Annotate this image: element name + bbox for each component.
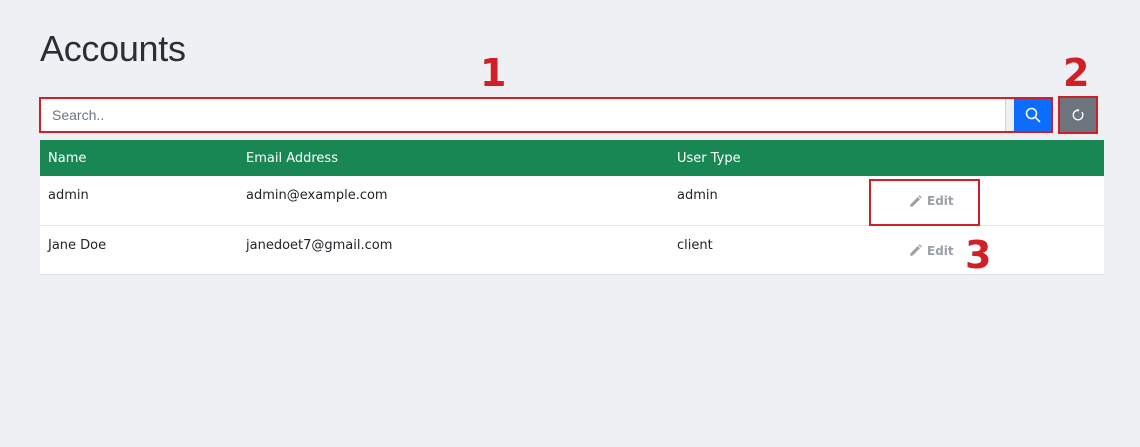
refresh-icon xyxy=(1072,108,1084,121)
page-title: Accounts xyxy=(40,28,186,69)
pencil-icon xyxy=(910,194,922,207)
edit-label: Edit xyxy=(927,243,954,258)
search-button[interactable] xyxy=(1014,98,1052,132)
table-row: admin admin@example.com admin Edit xyxy=(40,176,1104,226)
edit-button[interactable]: Edit xyxy=(909,194,954,208)
accounts-table: Name Email Address User Type admin admin… xyxy=(40,140,1104,275)
annotation-number-3: 3 xyxy=(965,233,992,277)
annotation-number-2: 2 xyxy=(1063,51,1090,95)
column-header-name: Name xyxy=(40,140,238,176)
cell-actions: Edit xyxy=(889,176,1104,226)
annotation-number-1: 1 xyxy=(480,51,507,95)
search-input[interactable] xyxy=(40,98,1006,132)
search-bar xyxy=(40,98,1052,132)
cell-user-type: admin xyxy=(669,176,889,226)
table-row: Jane Doe janedoet7@gmail.com client Edit xyxy=(40,225,1104,275)
cell-name: admin xyxy=(40,176,238,226)
edit-button[interactable]: Edit xyxy=(909,244,954,258)
cell-user-type: client xyxy=(669,225,889,275)
cell-actions: Edit xyxy=(889,225,1104,275)
cell-email: janedoet7@gmail.com xyxy=(238,225,669,275)
column-header-user-type: User Type xyxy=(669,140,889,176)
cell-name: Jane Doe xyxy=(40,225,238,275)
cell-email: admin@example.com xyxy=(238,176,669,226)
table-header-row: Name Email Address User Type xyxy=(40,140,1104,176)
column-header-email: Email Address xyxy=(238,140,669,176)
column-header-actions xyxy=(889,140,1104,176)
pencil-icon xyxy=(910,244,922,256)
edit-label: Edit xyxy=(927,194,954,208)
refresh-button[interactable] xyxy=(1060,98,1096,132)
search-icon xyxy=(1025,107,1041,123)
